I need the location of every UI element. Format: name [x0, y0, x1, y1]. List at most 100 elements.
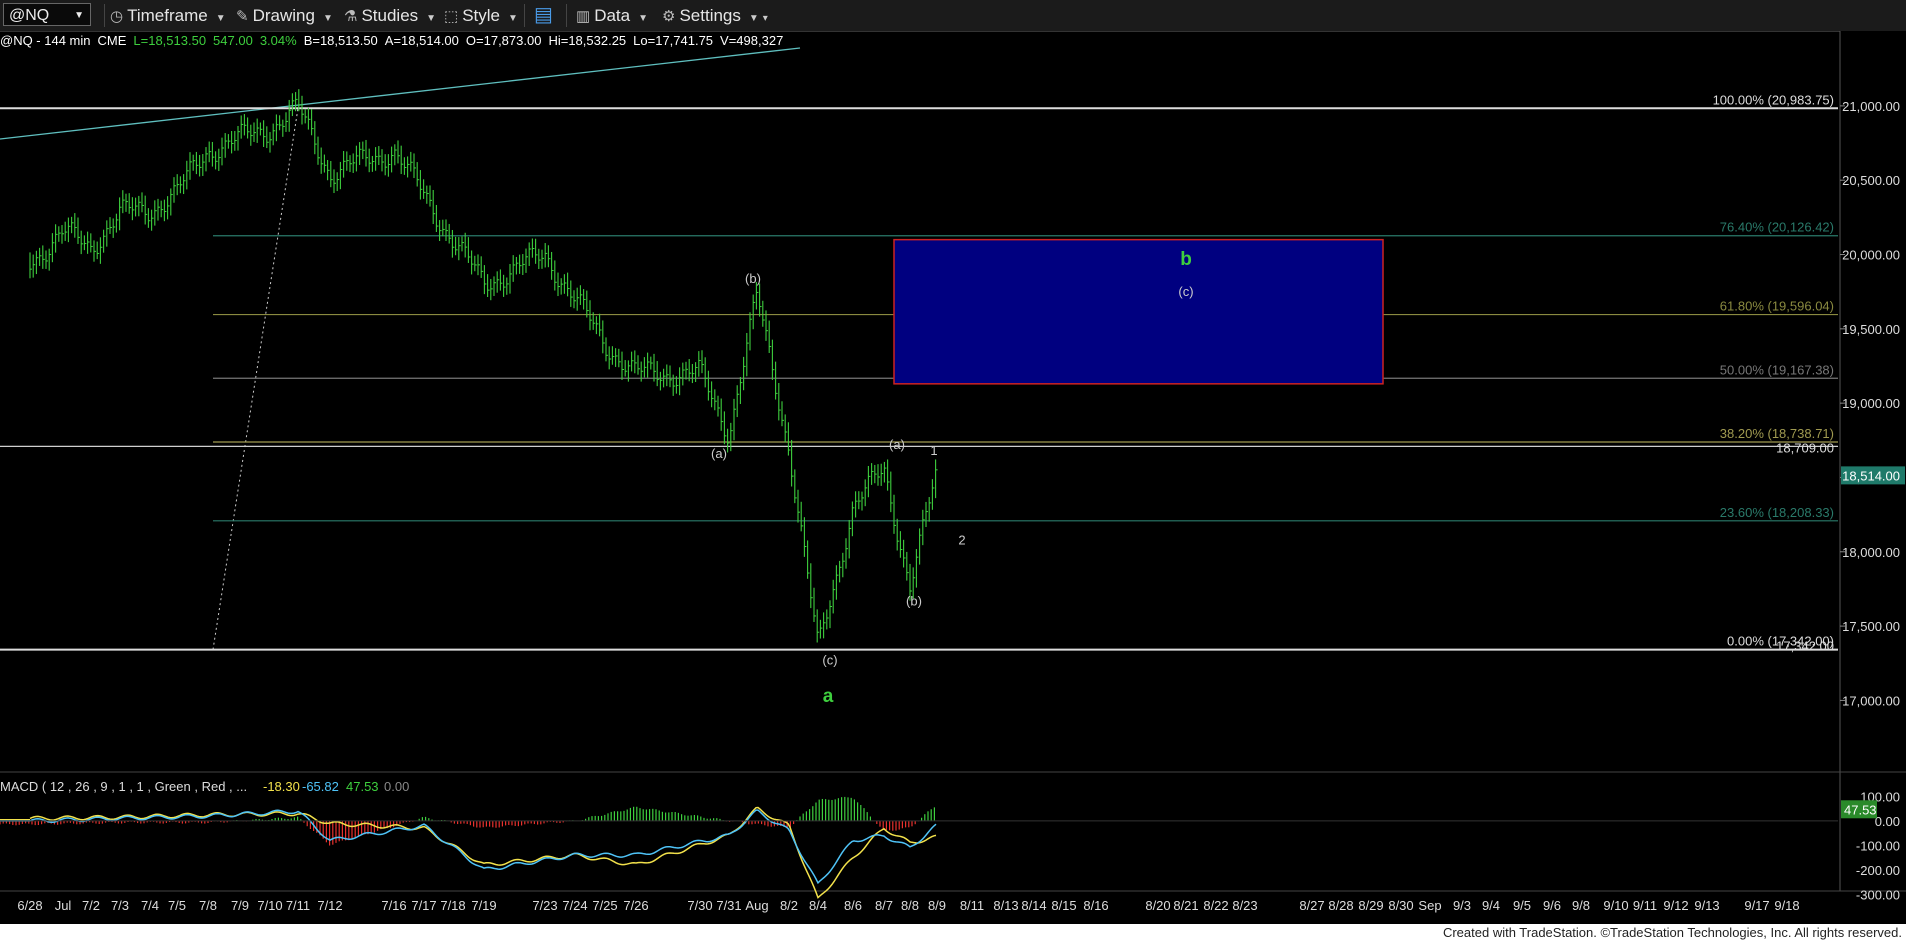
x-tick-label: 7/17 — [411, 898, 436, 913]
x-tick-label: 9/13 — [1694, 898, 1719, 913]
x-tick-label: 6/28 — [17, 898, 42, 913]
x-tick-label: 7/12 — [317, 898, 342, 913]
trendline — [0, 47, 801, 140]
x-tick-label: 8/13 — [993, 898, 1018, 913]
x-tick-label: 7/4 — [141, 898, 159, 913]
x-tick-label: Jul — [55, 898, 72, 913]
toolbar-divider — [566, 4, 567, 27]
x-tick-label: 8/11 — [960, 898, 984, 913]
macd-y-tick-label: -200.00 — [1856, 863, 1900, 878]
macd-value: 0.00 — [384, 779, 409, 794]
chevron-down-icon: ▼ — [322, 13, 333, 24]
x-tick-label: 8/15 — [1051, 898, 1076, 913]
chevron-down-icon: ▼ — [74, 10, 84, 21]
x-tick-label: 8/2 — [780, 898, 798, 913]
footer-text: Created with TradeStation. ©TradeStation… — [1442, 925, 1902, 940]
drawing-label: Drawing — [252, 6, 315, 25]
x-tick-label: Sep — [1418, 898, 1441, 913]
y-tick-label: 18,000.00 — [1842, 545, 1900, 560]
wave-label: b — [1180, 249, 1192, 270]
macd-value: 47.53 — [346, 779, 379, 794]
x-tick-label: 8/28 — [1328, 898, 1353, 913]
layout-button[interactable]: ▤ — [534, 0, 557, 31]
x-tick-label: 7/31 — [716, 898, 741, 913]
settings-label: Settings — [679, 6, 741, 25]
x-tick-label: 7/9 — [231, 898, 249, 913]
macd-last-label: 47.53 — [1844, 802, 1877, 817]
style-button[interactable]: ⬚ Style ▼ — [444, 0, 518, 31]
x-tick-label: 8/22 — [1203, 898, 1228, 913]
x-tick-label: 9/18 — [1774, 898, 1799, 913]
toolbar-divider — [104, 4, 105, 27]
horizontal-line-label: 18,709.00 — [1776, 440, 1834, 455]
chevron-down-icon: ▼ — [638, 13, 649, 24]
x-tick-label: 8/30 — [1388, 898, 1413, 913]
y-tick-label: 19,000.00 — [1842, 396, 1900, 411]
y-tick-label: 17,000.00 — [1842, 693, 1900, 708]
x-tick-label: 7/24 — [562, 898, 587, 913]
price-bars — [29, 89, 938, 643]
x-tick-label: 7/18 — [440, 898, 465, 913]
wave-label: 1 — [930, 443, 937, 458]
x-tick-label: 8/8 — [901, 898, 919, 913]
wave-label: (c) — [822, 653, 837, 668]
x-tick-label: 8/9 — [928, 898, 946, 913]
settings-button[interactable]: ⚙ Settings ▼ ▾ — [662, 0, 768, 31]
timeframe-label: Timeframe — [127, 6, 208, 25]
price-chart[interactable]: 17,000.0017,500.0018,000.0018,500.0019,0… — [0, 31, 1906, 924]
x-tick-label: 7/8 — [199, 898, 217, 913]
x-tick-label: 8/20 — [1145, 898, 1170, 913]
gear-icon: ⚙ — [662, 8, 676, 25]
x-tick-label: Aug — [745, 898, 768, 913]
y-tick-label: 20,500.00 — [1842, 173, 1900, 188]
fib-label: 38.20% (18,738.71) — [1720, 426, 1834, 441]
layout-icon: ▤ — [534, 4, 553, 26]
x-tick-label: 7/11 — [286, 898, 310, 913]
fib-label: 23.60% (18,208.33) — [1720, 505, 1834, 520]
x-tick-label: 7/2 — [82, 898, 100, 913]
fib-label: 100.00% (20,983.75) — [1713, 92, 1834, 107]
x-tick-label: 8/14 — [1021, 898, 1046, 913]
drawing-button[interactable]: ✎ Drawing ▼ — [236, 0, 333, 31]
bar-chart-icon: ▥ — [576, 8, 591, 25]
wave-label: (a) — [711, 446, 727, 461]
low-label: 17,342.00 — [1776, 639, 1834, 654]
timeframe-button[interactable]: ◷ Timeframe ▼ — [110, 0, 226, 31]
x-tick-label: 9/5 — [1513, 898, 1531, 913]
overflow-caret-icon: ▾ — [762, 13, 768, 24]
studies-icon: ⚗ — [344, 8, 358, 25]
fib-label: 61.80% (19,596.04) — [1720, 299, 1834, 314]
macd-value: -65.82 — [302, 779, 339, 794]
pencil-icon: ✎ — [236, 8, 249, 25]
wave-label: (c) — [1178, 284, 1193, 299]
chevron-down-icon: ▼ — [748, 13, 759, 24]
x-tick-label: 9/17 — [1744, 898, 1769, 913]
wave-label: 2 — [958, 532, 965, 547]
data-button[interactable]: ▥ Data ▼ — [576, 0, 648, 31]
x-tick-label: 8/23 — [1232, 898, 1257, 913]
chevron-down-icon: ▼ — [215, 13, 226, 24]
symbol-input[interactable]: @NQ ▼ — [3, 3, 91, 26]
x-tick-label: 7/16 — [381, 898, 406, 913]
fib-label: 50.00% (19,167.38) — [1720, 362, 1834, 377]
x-tick-label: 8/16 — [1083, 898, 1108, 913]
x-tick-label: 8/7 — [875, 898, 893, 913]
macd-y-tick-label: 0.00 — [1875, 814, 1900, 829]
x-tick-label: 9/3 — [1453, 898, 1471, 913]
footer: Created with TradeStation. ©TradeStation… — [0, 924, 1906, 942]
x-tick-label: 8/6 — [844, 898, 862, 913]
wave-label: (b) — [745, 271, 761, 286]
x-tick-label: 7/25 — [592, 898, 617, 913]
macd-y-tick-label: -300.00 — [1856, 887, 1900, 902]
y-tick-label: 19,500.00 — [1842, 322, 1900, 337]
macd-value: -18.30 — [263, 779, 300, 794]
x-tick-label: 7/3 — [111, 898, 129, 913]
style-icon: ⬚ — [444, 8, 459, 25]
x-tick-label: 7/5 — [168, 898, 186, 913]
fib-label: 76.40% (20,126.42) — [1720, 220, 1834, 235]
style-label: Style — [462, 6, 500, 25]
x-tick-label: 7/23 — [532, 898, 557, 913]
x-tick-label: 7/19 — [471, 898, 496, 913]
studies-button[interactable]: ⚗ Studies ▼ — [344, 0, 436, 31]
toolbar-divider — [524, 4, 525, 27]
